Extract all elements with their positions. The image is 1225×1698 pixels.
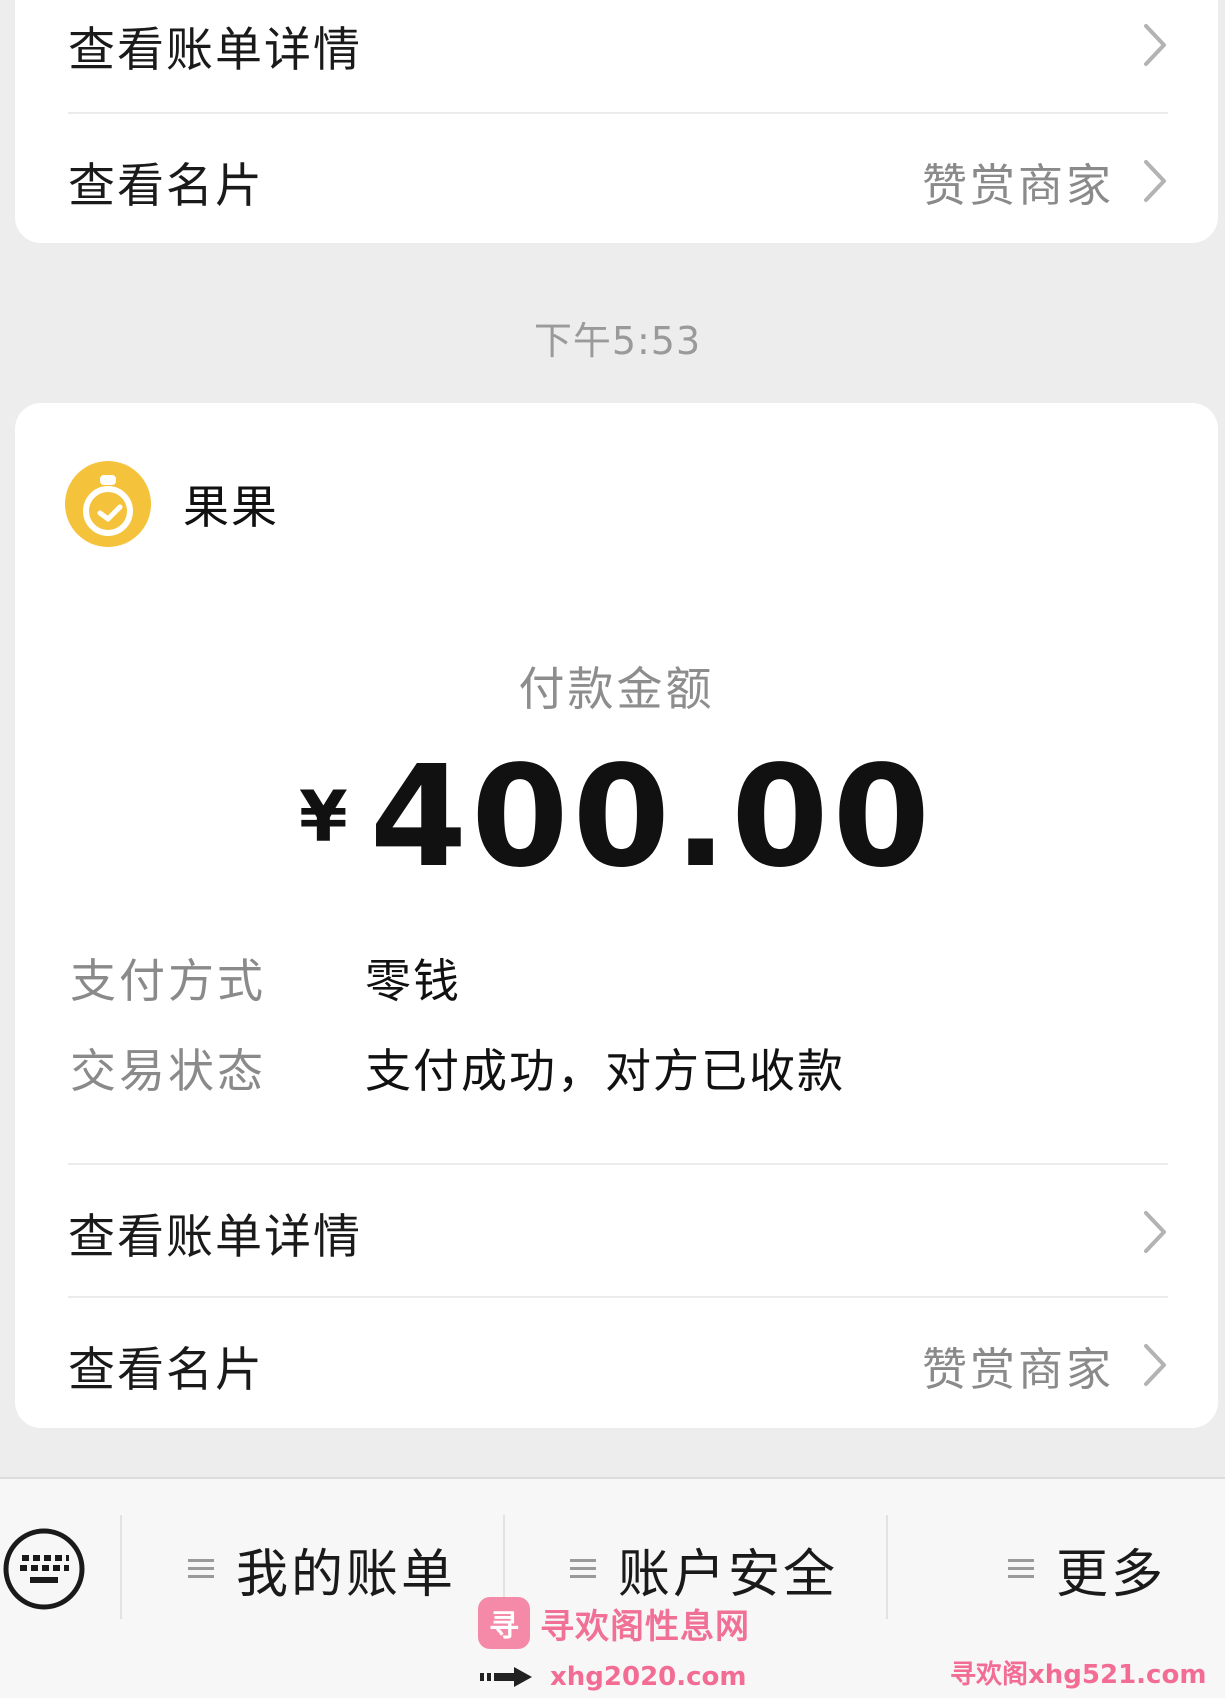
tab-label: 我的账单 <box>236 1544 457 1605</box>
tab-label: 更多 <box>1056 1544 1167 1605</box>
transaction-status-key: 交易状态 <box>70 1044 266 1098</box>
view-bill-details-label: 查看账单详情 <box>68 1209 362 1265</box>
view-bill-details-label: 查看账单详情 <box>68 22 362 78</box>
arrow-icon <box>480 1667 532 1687</box>
watermark-logo: 寻 <box>478 1597 530 1649</box>
chevron-right-icon <box>1144 24 1166 66</box>
merchant-name: 果果 <box>183 480 279 534</box>
payment-method-value: 零钱 <box>365 954 461 1008</box>
watermark-url: 寻欢阁xhg521.com <box>950 1660 1207 1690</box>
tab-separator <box>120 1515 122 1619</box>
watermark-url: xhg2020.com <box>550 1662 747 1692</box>
view-bill-details-row[interactable]: 查看账单详情 <box>68 0 1168 112</box>
chevron-right-icon <box>1144 1211 1166 1253</box>
merchant-avatar-icon <box>65 461 151 547</box>
menu-icon <box>1008 1559 1034 1578</box>
keyboard-icon[interactable] <box>2 1527 86 1611</box>
view-card-row[interactable]: 查看名片 赞赏商家 <box>68 1298 1168 1432</box>
bottom-menu-bar: 我的账单 账户安全 更多 寻 寻欢阁性息网 xhg2020.com 寻欢阁xhg… <box>0 1477 1225 1698</box>
transaction-status-value: 支付成功，对方已收款 <box>365 1044 845 1098</box>
amount-label: 付款金额 <box>518 662 715 716</box>
tab-separator <box>886 1515 888 1619</box>
view-card-row[interactable]: 查看名片 赞赏商家 <box>68 114 1168 248</box>
reward-merchant-label: 赞赏商家 <box>921 1342 1114 1396</box>
watermark-url-center: xhg2020.com <box>480 1662 747 1692</box>
payment-method-key: 支付方式 <box>70 954 266 1008</box>
watermark-center: 寻 寻欢阁性息网 <box>478 1597 750 1649</box>
watermark-text: 寻欢阁性息网 <box>540 1606 750 1647</box>
menu-icon <box>570 1559 596 1578</box>
payment-method-row: 支付方式 零钱 <box>70 948 461 1008</box>
previous-payment-card: 查看账单详情 查看名片 赞赏商家 <box>15 0 1218 243</box>
chevron-right-icon <box>1144 160 1166 202</box>
tab-more[interactable]: 更多 <box>1008 1519 1166 1619</box>
message-timestamp: 下午5:53 <box>533 319 702 363</box>
view-bill-details-row[interactable]: 查看账单详情 <box>68 1165 1168 1299</box>
tab-label: 账户安全 <box>618 1544 839 1605</box>
transaction-status-row: 交易状态 支付成功，对方已收款 <box>70 1038 845 1098</box>
chevron-right-icon <box>1144 1344 1166 1386</box>
watermark-right: 寻欢阁xhg521.com <box>950 1654 1206 1691</box>
payment-card: 果果 付款金额 ¥ 400.00 支付方式 零钱 交易状态 支付成功，对方已收款… <box>15 403 1218 1428</box>
menu-icon <box>188 1559 214 1578</box>
currency-symbol: ¥ <box>299 776 348 858</box>
payment-amount: ¥ 400.00 <box>15 748 1218 888</box>
tab-my-bills[interactable]: 我的账单 <box>188 1519 456 1619</box>
merchant-header[interactable]: 果果 <box>65 461 279 547</box>
reward-merchant-label: 赞赏商家 <box>921 158 1114 212</box>
view-card-label: 查看名片 <box>68 158 264 214</box>
amount-value: 400.00 <box>369 736 934 899</box>
view-card-label: 查看名片 <box>68 1342 264 1398</box>
